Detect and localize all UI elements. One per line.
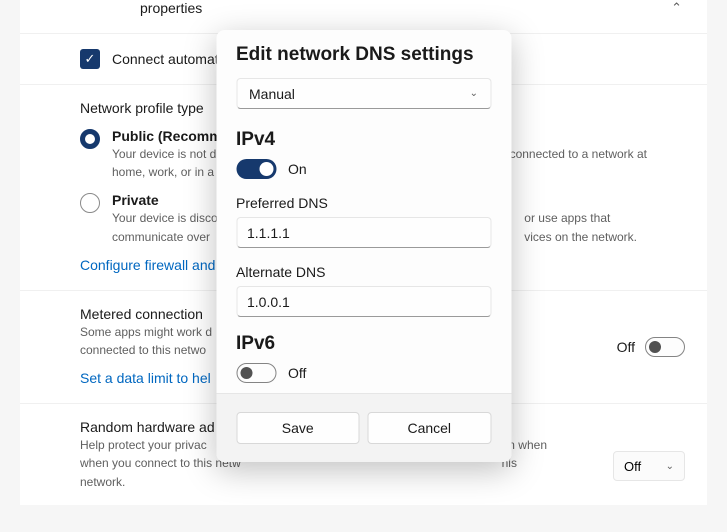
alternate-dns-input[interactable] bbox=[236, 286, 491, 317]
cancel-button[interactable]: Cancel bbox=[368, 412, 492, 444]
radio-public-indicator bbox=[80, 129, 100, 149]
properties-label: properties bbox=[140, 0, 202, 16]
ipv4-toggle-label: On bbox=[288, 161, 307, 177]
ipv6-heading: IPv6 bbox=[236, 333, 491, 355]
ipv4-heading: IPv4 bbox=[236, 129, 491, 151]
private-desc-r2: vices on the network. bbox=[524, 229, 637, 245]
check-icon: ✓ bbox=[85, 51, 96, 67]
radio-private-indicator bbox=[80, 193, 100, 213]
ipv6-toggle[interactable] bbox=[236, 363, 276, 383]
save-button[interactable]: Save bbox=[236, 412, 360, 444]
dns-mode-dropdown[interactable]: Manual ⌄ bbox=[236, 78, 491, 109]
private-desc-l2: communicate over bbox=[112, 229, 218, 245]
private-desc-r1: or use apps that bbox=[524, 210, 637, 226]
chevron-up-icon[interactable]: ⌃ bbox=[671, 0, 682, 16]
ipv6-toggle-label: Off bbox=[288, 365, 306, 381]
connect-auto-label: Connect automat bbox=[112, 51, 219, 67]
dns-settings-dialog: Edit network DNS settings Manual ⌄ IPv4 … bbox=[216, 30, 511, 462]
ipv4-toggle[interactable] bbox=[236, 159, 276, 179]
random-hw-select-value: Off bbox=[624, 459, 641, 474]
dialog-title: Edit network DNS settings bbox=[236, 44, 491, 66]
metered-off-label: Off bbox=[617, 339, 635, 355]
alternate-dns-label: Alternate DNS bbox=[236, 264, 491, 280]
random-hw-select[interactable]: Off ⌄ bbox=[613, 451, 685, 481]
connect-auto-checkbox[interactable]: ✓ Connect automat bbox=[80, 49, 219, 69]
configure-firewall-link[interactable]: Configure firewall and bbox=[80, 257, 215, 273]
metered-toggle[interactable] bbox=[645, 337, 685, 357]
preferred-dns-input[interactable] bbox=[236, 217, 491, 248]
private-desc-l1: Your device is disco bbox=[112, 210, 218, 226]
public-desc-l2: home, work, or in a bbox=[112, 164, 216, 180]
preferred-dns-label: Preferred DNS bbox=[236, 195, 491, 211]
chevron-down-icon: ⌄ bbox=[470, 88, 478, 99]
metered-toggle-wrap: Off bbox=[617, 337, 685, 357]
random-hw-l3: network. bbox=[80, 474, 241, 490]
checkbox-box: ✓ bbox=[80, 49, 100, 69]
public-desc-l1: Your device is not d bbox=[112, 146, 216, 162]
public-desc-r1: connected to a network at bbox=[510, 146, 647, 162]
dns-mode-value: Manual bbox=[249, 86, 295, 102]
chevron-down-icon: ⌄ bbox=[666, 461, 674, 472]
data-limit-link[interactable]: Set a data limit to hel bbox=[80, 370, 211, 386]
random-hw-select-wrap: Off ⌄ bbox=[613, 451, 685, 481]
